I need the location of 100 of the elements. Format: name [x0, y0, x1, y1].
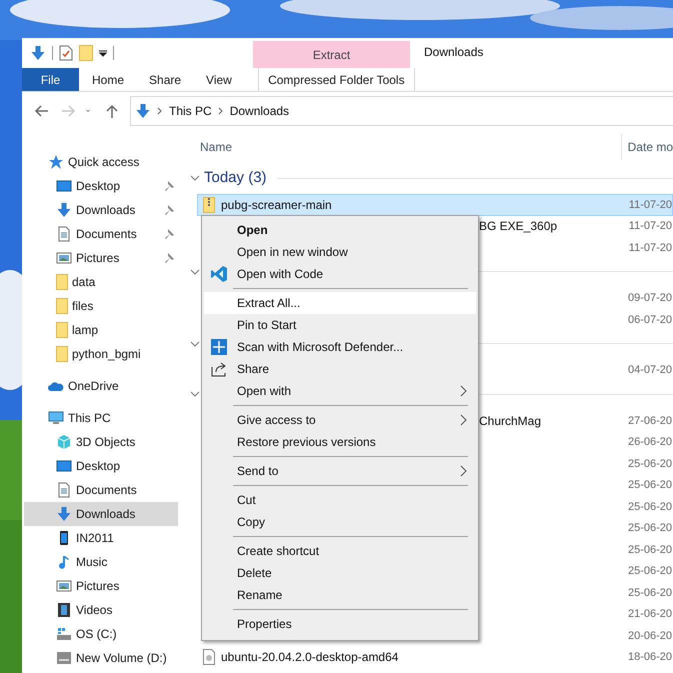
column-header[interactable]: Date mo — [622, 134, 673, 160]
file-row[interactable]: ubuntu-20.04.2.0-desktop-amd64 18-06-20 — [197, 646, 673, 668]
zip-folder-icon — [203, 196, 215, 213]
folder-icon — [56, 274, 68, 290]
film-icon — [56, 602, 72, 618]
file-row[interactable]: pubg-screamer-main 11-07-20 — [197, 194, 673, 216]
file-name: ubuntu-20.04.2.0-desktop-amd64 — [221, 649, 398, 666]
sidebar-item[interactable]: Pictures — [24, 246, 178, 270]
computer-icon — [48, 410, 64, 426]
sidebar-item[interactable]: Pictures — [24, 574, 178, 598]
sidebar-item[interactable]: Documents — [24, 222, 178, 246]
menu-item[interactable]: Pin to Start — [204, 314, 476, 336]
sidebar-item[interactable]: OneDrive — [24, 374, 178, 398]
code-editor-icon — [210, 265, 228, 283]
pin-icon[interactable] — [164, 229, 174, 239]
desktop-icon — [56, 458, 72, 474]
menu-item[interactable]: Send to — [204, 460, 476, 482]
sidebar-item[interactable]: Quick access — [24, 150, 178, 174]
folder-icon — [56, 298, 68, 314]
folder-icon — [56, 346, 68, 362]
pin-icon[interactable] — [164, 181, 174, 191]
download-arrow-icon — [56, 506, 72, 522]
menu-item[interactable]: Delete — [204, 562, 476, 584]
menu-item[interactable]: Share — [204, 358, 476, 380]
download-arrow-icon — [56, 202, 72, 218]
date-cell-text: 20-06-20 — [628, 628, 672, 644]
sidebar-item[interactable]: OS (C:) — [24, 622, 178, 646]
expand-chevron-icon[interactable] — [190, 338, 200, 348]
file-name: pubg-screamer-main — [221, 196, 332, 214]
file-name: BG EXE_360p — [479, 218, 558, 236]
breadcrumb-chevron-icon[interactable] — [157, 107, 163, 115]
submenu-chevron-icon — [460, 414, 468, 426]
date-cell-text: 25-06-20 — [628, 478, 672, 493]
menu-item[interactable]: Open — [204, 219, 476, 241]
menu-item[interactable]: Copy — [204, 511, 476, 533]
sidebar-item[interactable]: lamp — [24, 318, 178, 342]
file-name: ChurchMag — [479, 412, 542, 430]
sidebar-item[interactable]: Downloads — [24, 198, 178, 222]
sidebar-item[interactable]: data — [24, 270, 178, 294]
breadcrumb-chevron-icon[interactable] — [218, 107, 224, 115]
up-arrow-icon[interactable] — [104, 103, 120, 119]
sidebar-item[interactable]: Desktop — [24, 454, 178, 478]
breadcrumb-item[interactable]: Downloads — [230, 102, 290, 120]
context-tab-header: Extract — [253, 41, 410, 68]
ribbon-tab[interactable]: Home — [80, 68, 136, 91]
dropdown-caret-icon[interactable] — [99, 49, 107, 57]
sidebar-item[interactable]: files — [24, 294, 178, 318]
menu-item[interactable]: Restore previous versions — [204, 431, 476, 453]
submenu-chevron-icon — [460, 465, 468, 477]
disc-file-icon — [203, 649, 215, 666]
menu-item[interactable]: Properties — [204, 613, 476, 635]
menu-item[interactable]: Scan with Microsoft Defender... — [204, 336, 476, 358]
address-bar[interactable]: This PC Downloads — [130, 96, 673, 126]
menu-item[interactable]: Create shortcut — [204, 540, 476, 562]
expand-chevron-icon[interactable] — [190, 173, 200, 183]
column-header[interactable]: Name — [180, 134, 622, 160]
back-arrow-icon[interactable] — [34, 103, 50, 119]
date-cell-text: 18-06-20 — [628, 650, 672, 665]
document-icon — [56, 226, 72, 242]
sidebar-item[interactable]: This PC — [24, 406, 178, 430]
submenu-chevron-icon — [460, 385, 468, 397]
share-icon — [210, 360, 228, 378]
ribbon-tab[interactable]: Share — [137, 68, 194, 91]
sidebar-item[interactable]: Desktop — [24, 174, 178, 198]
sidebar-item[interactable]: 3D Objects — [24, 430, 178, 454]
file-tab[interactable]: File — [22, 68, 79, 91]
menu-item[interactable]: Give access to — [204, 409, 476, 431]
drive-icon — [56, 650, 72, 666]
ribbon-tab[interactable]: Compressed Folder Tools — [258, 68, 415, 91]
picture-icon — [56, 250, 72, 266]
sidebar-item[interactable]: Music — [24, 550, 178, 574]
sidebar-item[interactable]: Videos — [24, 598, 178, 622]
menu-item[interactable]: Extract All... — [204, 292, 476, 314]
document-icon — [56, 482, 72, 498]
sidebar-item[interactable]: Downloads — [24, 502, 178, 526]
expand-chevron-icon[interactable] — [190, 266, 200, 276]
sidebar-item[interactable]: IN2011 — [24, 526, 178, 550]
sidebar-item[interactable]: python_bgmi — [24, 342, 178, 366]
shield-icon — [210, 338, 228, 356]
date-cell-text: 11-07-20 — [628, 219, 672, 234]
expand-chevron-icon[interactable] — [190, 389, 200, 399]
drive-icon — [56, 626, 72, 642]
menu-item[interactable]: Cut — [204, 489, 476, 511]
picture-icon — [56, 578, 72, 594]
ribbon-tab[interactable]: View — [194, 68, 244, 91]
window-title: Downloads — [423, 44, 484, 61]
menu-item[interactable]: Rename — [204, 584, 476, 606]
menu-item[interactable]: Open in new window — [204, 241, 476, 263]
date-cell-text: 27-06-20 — [628, 414, 672, 428]
desktop-icon — [56, 178, 72, 194]
pin-icon[interactable] — [164, 205, 174, 215]
menu-item[interactable]: Open with Code — [204, 263, 476, 285]
download-arrow-icon — [30, 45, 46, 61]
pin-icon[interactable] — [164, 253, 174, 263]
menu-item[interactable]: Open with — [204, 380, 476, 402]
properties-check-icon[interactable] — [59, 45, 73, 61]
breadcrumb-item[interactable]: This PC — [169, 102, 212, 120]
sidebar-item[interactable]: Documents — [24, 478, 178, 502]
sidebar-item[interactable]: New Volume (D:) — [24, 646, 178, 670]
group-title: Today (3) — [204, 168, 267, 188]
